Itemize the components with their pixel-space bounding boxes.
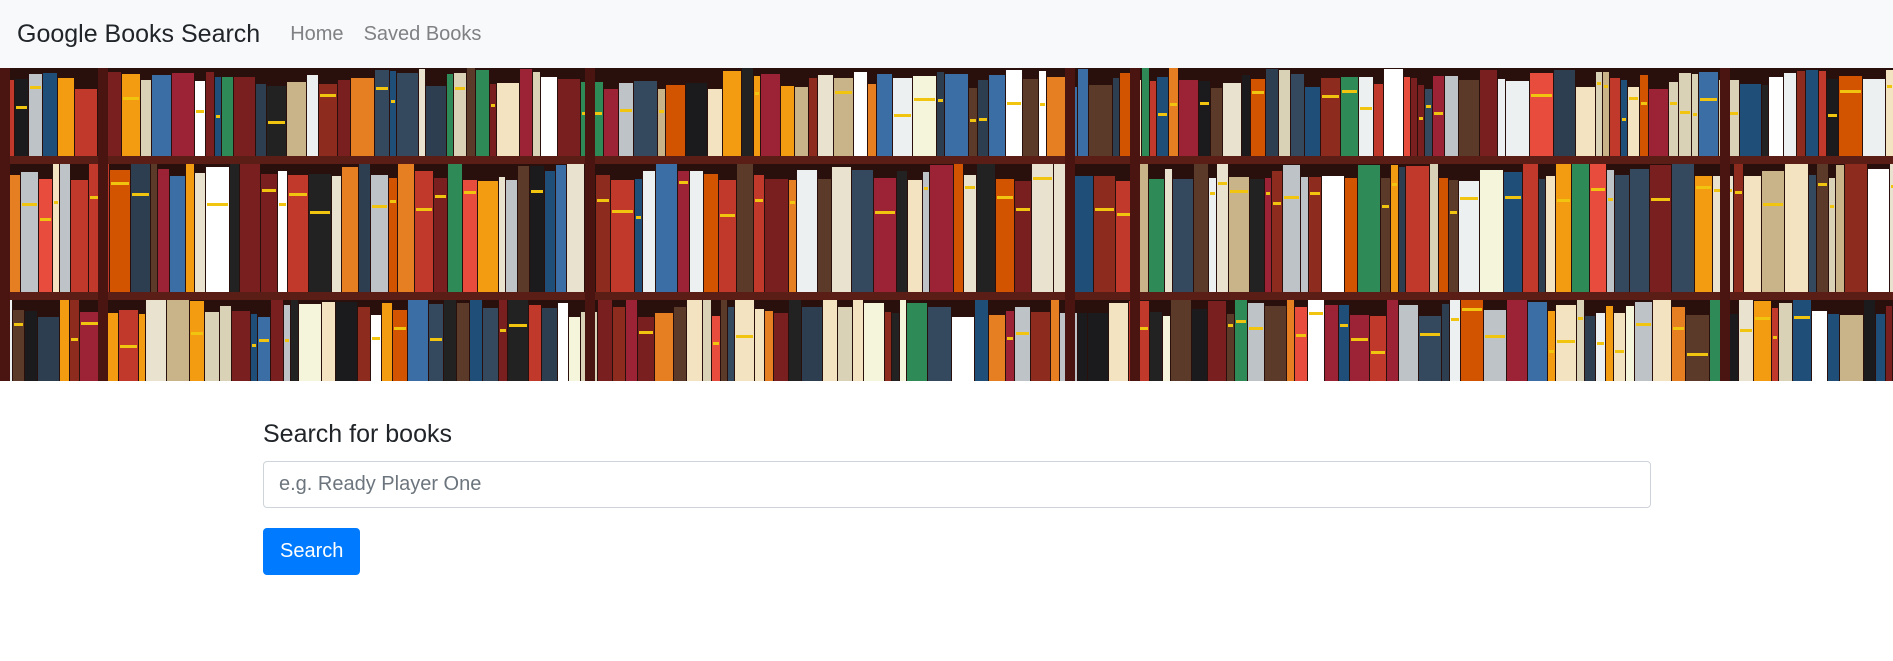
search-form: Search for books Search (263, 420, 1651, 575)
navbar-brand[interactable]: Google Books Search (17, 20, 260, 49)
navbar: Google Books Search Home Saved Books (0, 0, 1893, 68)
bookshelf-illustration (0, 68, 1893, 381)
search-button[interactable]: Search (263, 528, 361, 575)
search-input[interactable] (263, 461, 1651, 508)
search-label: Search for books (263, 420, 452, 448)
hero-bookshelf-image (0, 68, 1893, 381)
nav-link-home[interactable]: Home (290, 23, 343, 46)
nav-link-saved-books[interactable]: Saved Books (364, 23, 482, 46)
